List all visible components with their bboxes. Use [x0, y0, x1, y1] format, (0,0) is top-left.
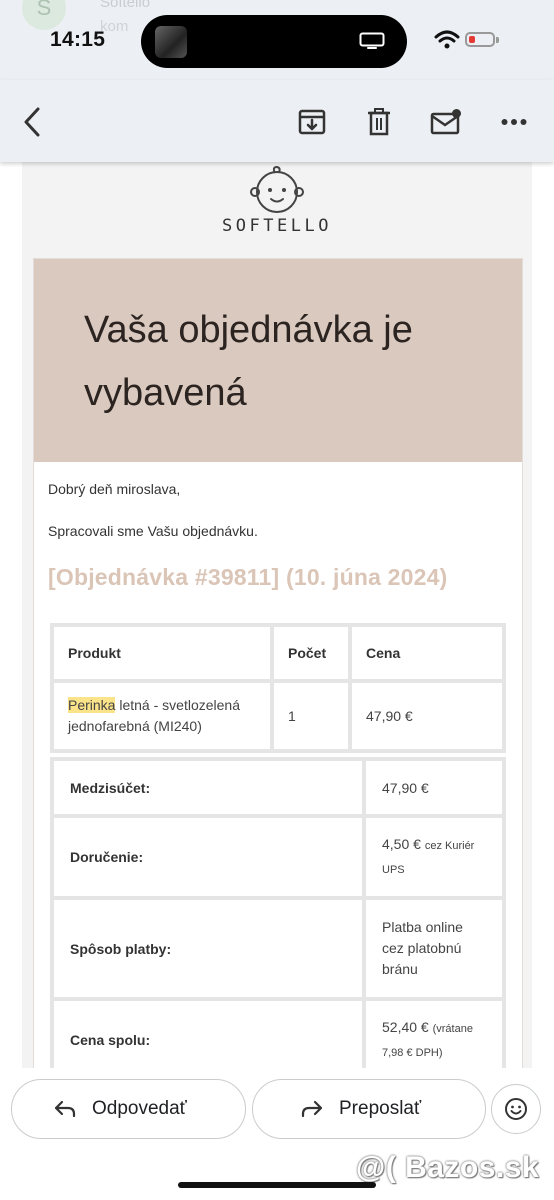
bottom-action-bar: Odpovedať Preposlať @( Bazos.sk — [0, 1068, 554, 1200]
table-row: Spôsob platby: Platba online cez platobn… — [52, 898, 504, 999]
hero-banner: Vaša objednávka je vybavená — [34, 259, 522, 462]
mail-unread-icon[interactable] — [426, 102, 466, 142]
emoji-smile-icon[interactable] — [491, 1084, 541, 1134]
airplay-tv-icon — [359, 32, 385, 49]
now-playing-thumbnail — [155, 26, 187, 58]
forward-label: Preposlať — [339, 1098, 422, 1119]
total-value-cell: 52,40 € (vrátane 7,98 € DPH) — [364, 999, 504, 1072]
bazos-watermark: @( Bazos.sk — [356, 1151, 540, 1184]
forward-arrow-icon — [301, 1100, 323, 1118]
greeting-text: Dobrý deň miroslava, — [48, 481, 181, 497]
battery-icon — [465, 32, 495, 47]
table-row: Medzisúčet: 47,90 € — [52, 759, 504, 816]
home-indicator[interactable] — [178, 1182, 376, 1188]
dynamic-island — [141, 15, 407, 68]
order-card: Vaša objednávka je vybavená Dobrý deň mi… — [33, 258, 523, 1072]
hero-title: Vaša objednávka je vybavená — [84, 309, 413, 414]
ghost-sender-avatar: S — [22, 0, 66, 30]
wifi-icon — [434, 30, 460, 49]
total-value: 52,40 € — [382, 1019, 429, 1035]
table-header-row: Produkt Počet Cena — [52, 625, 504, 681]
subtotal-label: Medzisúčet: — [52, 759, 364, 816]
table-row: Doručenie: 4,50 € cez Kuriér UPS — [52, 816, 504, 898]
price-cell: 47,90 € — [350, 681, 504, 751]
table-row: Perinka letná - svetlozelená jednofarebn… — [52, 681, 504, 751]
battery-tip — [496, 37, 499, 43]
header-price: Cena — [350, 625, 504, 681]
reply-label: Odpovedať — [92, 1098, 187, 1119]
trash-icon[interactable] — [359, 102, 399, 142]
ghost-sender-name: Softello — [100, 0, 151, 11]
order-items-table: Produkt Počet Cena Perinka letná - svetl… — [50, 623, 506, 753]
header-quantity: Počet — [272, 625, 350, 681]
shipping-value-cell: 4,50 € cez Kuriér UPS — [364, 816, 504, 898]
status-time: 14:15 — [50, 28, 106, 51]
email-frame: SOFTELLO Vaša objednávka je vybavená Dob… — [22, 162, 532, 1072]
brand-name: SOFTELLO — [222, 216, 332, 236]
archive-icon[interactable] — [292, 102, 332, 142]
processed-text: Spracovali sme Vašu objednávku. — [48, 523, 258, 539]
order-totals-table: Medzisúčet: 47,90 € Doručenie: 4,50 € ce… — [50, 757, 506, 1072]
baby-face-logo-icon — [250, 165, 304, 213]
product-name-cell: Perinka letná - svetlozelená jednofarebn… — [52, 681, 272, 751]
email-toolbar — [0, 80, 554, 162]
shipping-value: 4,50 € — [382, 836, 421, 852]
shipping-label: Doručenie: — [52, 816, 364, 898]
status-bar: S Softello kom 14:15 — [0, 0, 554, 80]
reply-button[interactable]: Odpovedať — [11, 1079, 246, 1139]
order-heading: [Objednávka #39811] (10. júna 2024) — [48, 564, 448, 590]
subtotal-value: 47,90 € — [364, 759, 504, 816]
back-arrow-icon[interactable] — [12, 102, 52, 142]
total-label: Cena spolu: — [52, 999, 364, 1072]
more-horiz-icon[interactable] — [494, 102, 534, 142]
header-product: Produkt — [52, 625, 272, 681]
table-row: Cena spolu: 52,40 € (vrátane 7,98 € DPH) — [52, 999, 504, 1072]
quantity-cell: 1 — [272, 681, 350, 751]
payment-label: Spôsob platby: — [52, 898, 364, 999]
search-highlight: Perinka — [68, 697, 116, 713]
forward-button[interactable]: Preposlať — [252, 1079, 486, 1139]
reply-arrow-icon — [54, 1100, 76, 1118]
payment-value: Platba online cez platobnú bránu — [364, 898, 504, 999]
email-body: SOFTELLO Vaša objednávka je vybavená Dob… — [0, 162, 554, 1072]
